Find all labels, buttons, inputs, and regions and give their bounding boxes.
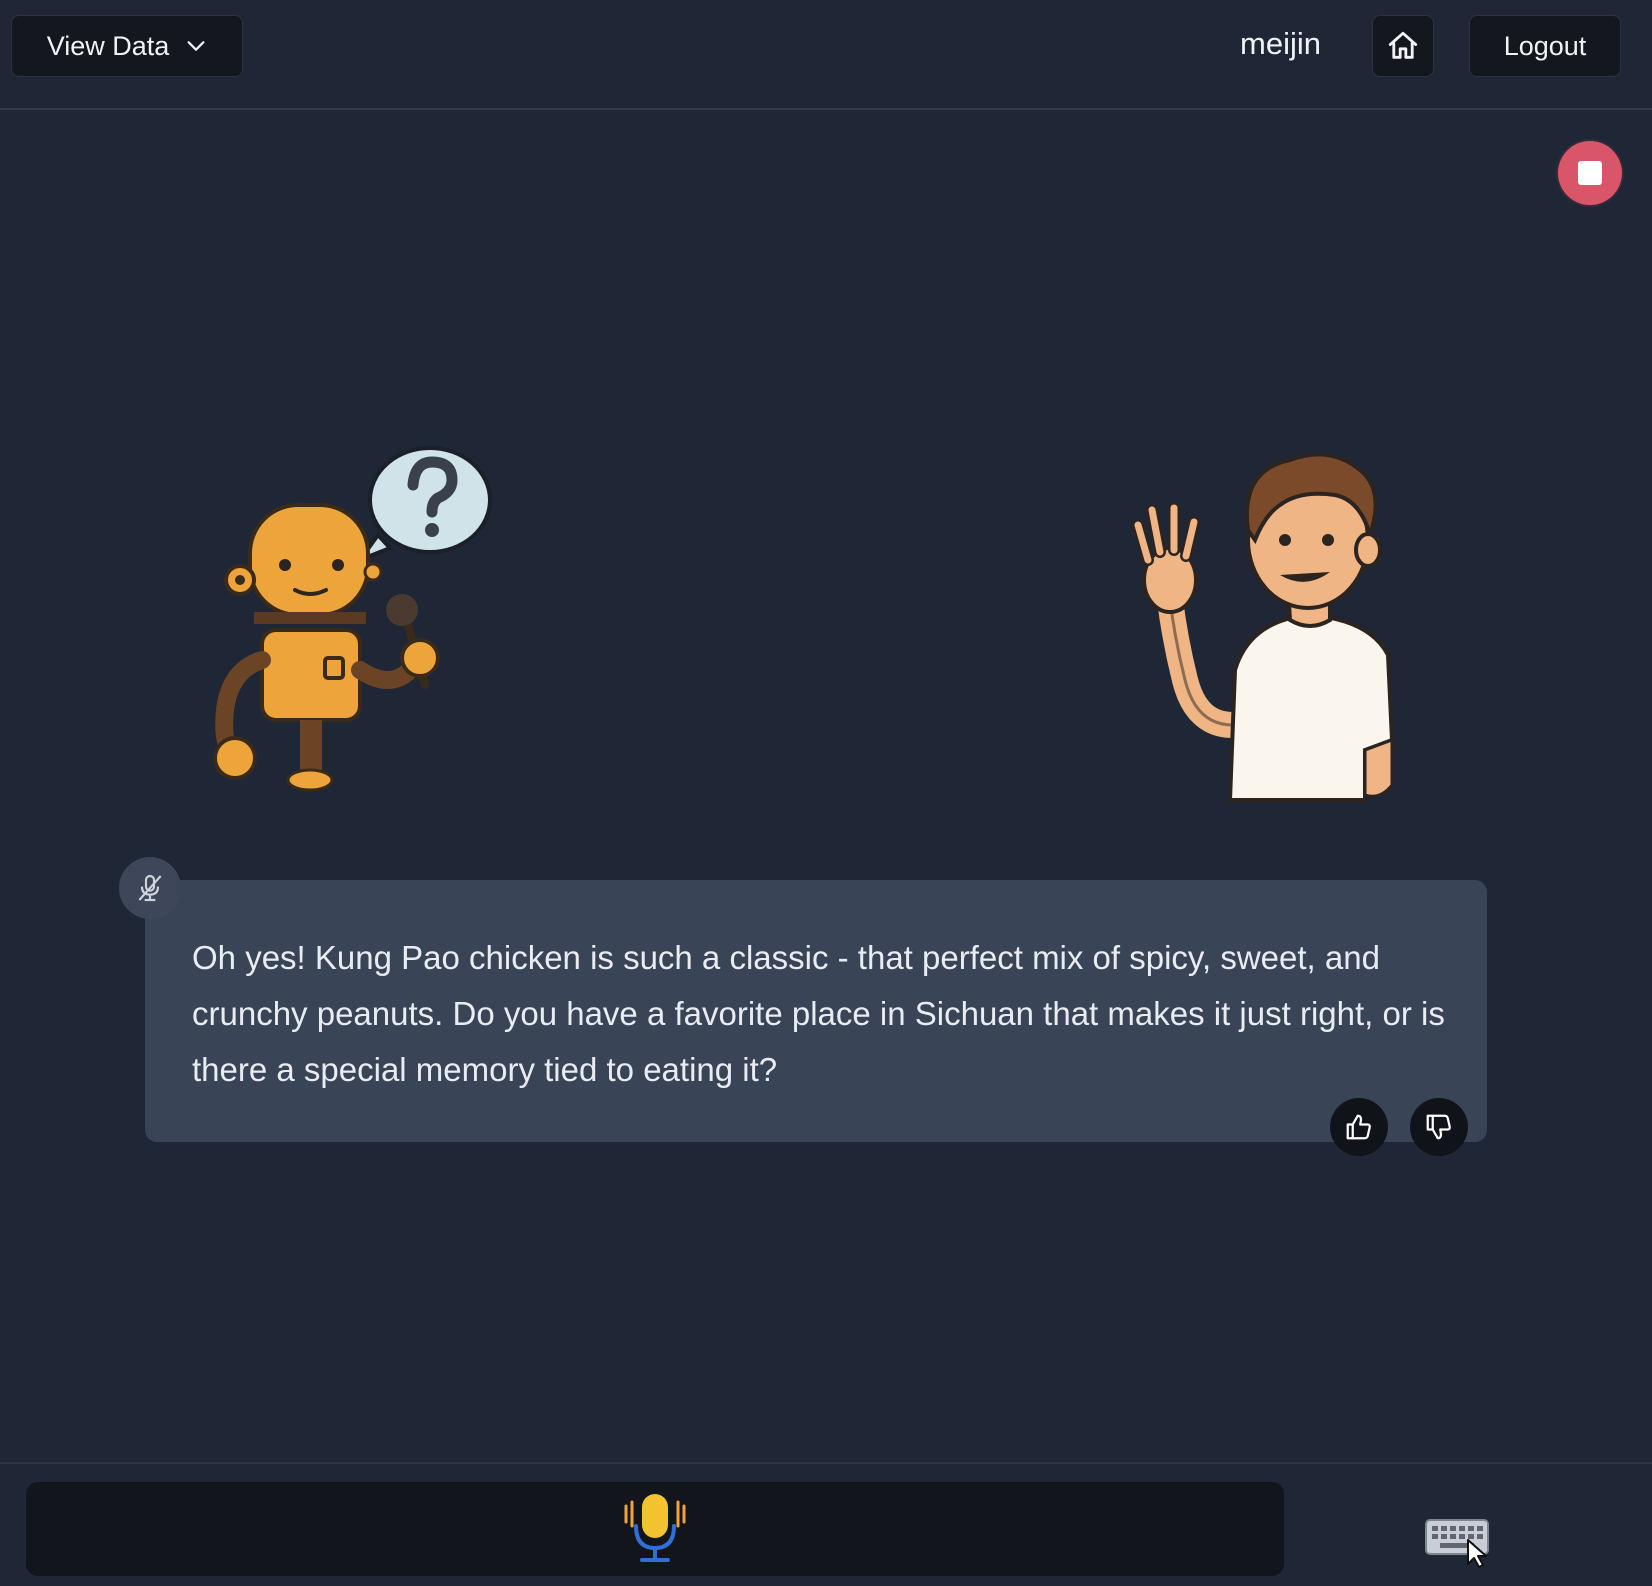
- logout-label: Logout: [1503, 30, 1587, 61]
- logout-button[interactable]: Logout: [1469, 15, 1621, 77]
- mute-toggle[interactable]: [119, 857, 181, 919]
- waving-hand-icon: [1132, 502, 1200, 614]
- username-label: meijin: [1240, 26, 1321, 61]
- view-data-label: View Data: [46, 30, 170, 61]
- mic-icon[interactable]: [622, 1492, 688, 1564]
- person-illustration: [1132, 452, 1395, 802]
- robot-illustration: [213, 446, 492, 792]
- assistant-message-text: Oh yes! Kung Pao chicken is such a class…: [192, 939, 1445, 1088]
- thumbs-up-icon: [1346, 1114, 1371, 1140]
- thumbs-up-button[interactable]: [1330, 1098, 1388, 1156]
- home-icon: [1388, 31, 1418, 59]
- home-button[interactable]: [1372, 15, 1434, 77]
- bottom-divider: [0, 1462, 1652, 1464]
- stop-icon: [1578, 161, 1602, 185]
- keyboard-icon[interactable]: [1424, 1510, 1492, 1568]
- view-data-dropdown[interactable]: View Data: [11, 15, 243, 77]
- chevron-down-icon: [187, 41, 205, 51]
- thumbs-down-icon: [1426, 1114, 1451, 1140]
- question-bubble-icon: [354, 446, 492, 565]
- thumbs-down-button[interactable]: [1410, 1098, 1468, 1156]
- stop-button[interactable]: [1558, 141, 1622, 205]
- mic-off-icon: [138, 874, 162, 902]
